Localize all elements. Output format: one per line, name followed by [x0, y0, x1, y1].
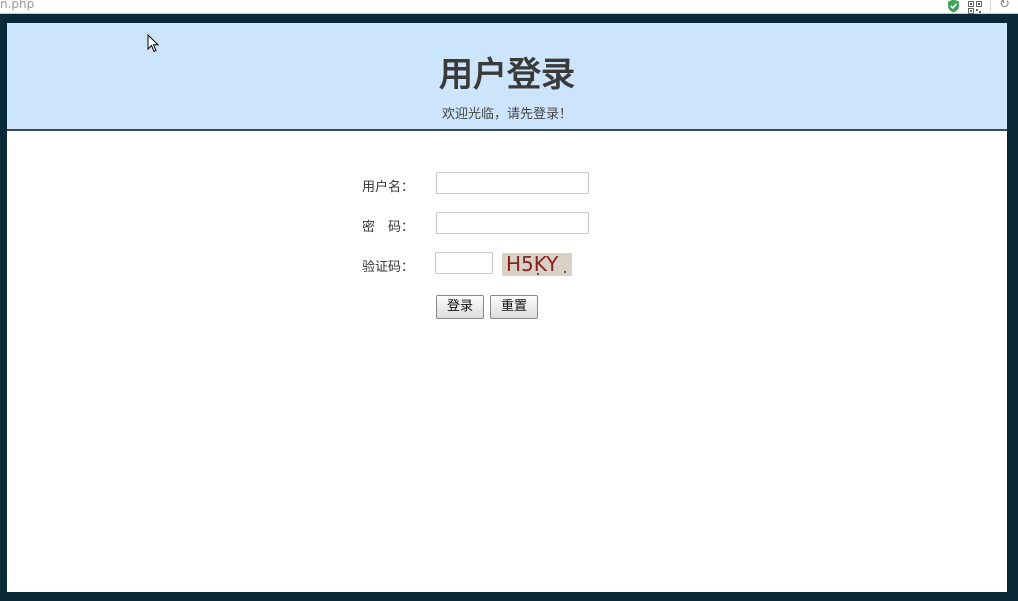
login-button[interactable]: 登录: [436, 295, 484, 319]
address-bar-url[interactable]: n.php: [0, 0, 34, 11]
captcha-input[interactable]: [435, 252, 493, 274]
reload-icon[interactable]: ↻: [999, 0, 1010, 11]
captcha-row: 验证码： H5KY: [7, 252, 1007, 276]
username-label: 用户名：: [361, 180, 414, 195]
captcha-image[interactable]: H5KY: [502, 253, 572, 276]
captcha-image-text: H5KY: [506, 253, 559, 276]
page-title: 用户登录: [439, 55, 575, 95]
security-shield-icon[interactable]: [947, 0, 960, 13]
reset-button[interactable]: 重置: [490, 295, 538, 319]
button-row: 登录 重置: [7, 295, 1007, 319]
username-row: 用户名：: [7, 172, 1007, 196]
qr-code-icon[interactable]: [968, 0, 983, 14]
captcha-noise-dot: [524, 256, 526, 258]
password-label: 密 码：: [361, 220, 414, 235]
username-input[interactable]: [436, 172, 589, 194]
login-page: 用户登录 欢迎光临，请先登录！ 用户名： 密 码： 验证码： H5KY 登录 重…: [7, 23, 1007, 592]
toolbar-separator: [990, 0, 992, 11]
browser-toolbar-icons: ↻: [947, 0, 1010, 14]
page-subtitle: 欢迎光临，请先登录！: [441, 107, 572, 122]
password-input[interactable]: [436, 212, 589, 234]
captcha-noise-dot: [537, 273, 539, 275]
browser-toolbar: n.php ↻: [0, 0, 1018, 14]
password-row: 密 码：: [7, 212, 1007, 236]
captcha-label: 验证码：: [361, 260, 414, 275]
mouse-cursor-icon: [147, 34, 160, 53]
captcha-noise-dot: [564, 271, 566, 273]
